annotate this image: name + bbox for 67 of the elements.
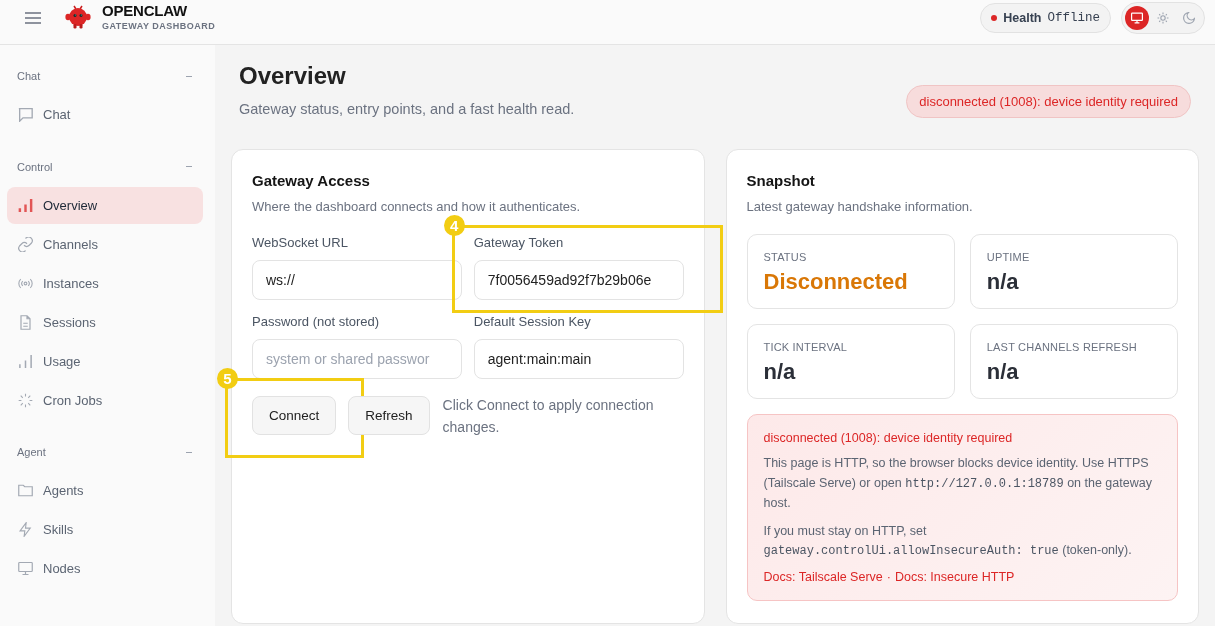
health-value: Offline [1047, 11, 1100, 25]
bar-chart-icon [18, 353, 33, 369]
card-title: Gateway Access [252, 172, 371, 190]
annotation-number: 5 [217, 368, 238, 389]
nav-item[interactable]: Skills [7, 511, 203, 548]
hint-text: Click Connect to apply connection changes. [442, 396, 655, 437]
nav-item[interactable]: Usage [7, 342, 203, 380]
action-button[interactable]: Connect [252, 396, 337, 435]
card-subtitle: Where the dashboard connects and how it authenticates. [252, 198, 582, 216]
monitor-icon [1131, 12, 1143, 24]
monitor-icon [18, 561, 33, 576]
nav-group-label: Agent [17, 446, 46, 458]
error-message: disconnected (1008): device identity required [906, 85, 1191, 118]
moon-icon [1183, 12, 1195, 24]
nav-group-label: Control [17, 160, 53, 173]
document-icon [18, 314, 33, 330]
nav-group-label: Chat [17, 70, 41, 82]
link-separator: · [886, 568, 891, 586]
stat-value: Disconnected [763, 269, 909, 295]
card-subtitle: Latest gateway handshake information. [746, 198, 974, 216]
field-label: Gateway Token [473, 235, 565, 251]
stat-label: UPTIME [986, 250, 1031, 264]
alert-paragraph: If you must stay on HTTP, set gateway.controlUi.allowInsecureAuth: true (token-only). [763, 522, 1133, 560]
input-field[interactable]: 7f0056459ad92f7b29b06e [473, 260, 684, 300]
stat-label: STATUS [763, 250, 808, 264]
chat-bubble-icon [18, 107, 33, 122]
annotation-number: 4 [443, 215, 465, 236]
nav-item[interactable]: Overview [7, 186, 203, 224]
stat-value: n/a [763, 359, 797, 385]
nav-item[interactable]: Agents [7, 472, 203, 509]
card-title: Snapshot [746, 172, 816, 190]
stat-label: LAST CHANNELS REFRESH [986, 340, 1138, 354]
action-button[interactable]: Refresh [348, 396, 430, 435]
loader-icon [18, 392, 33, 408]
nav-item[interactable]: Chat [7, 96, 203, 133]
menu-button[interactable] [25, 12, 41, 24]
robot-logo [65, 5, 91, 29]
stat-label: TICK INTERVAL [763, 340, 848, 354]
input-field[interactable]: agent:main:main [473, 339, 684, 379]
page-subtitle: Gateway status, entry points, and a fast health read. [239, 100, 575, 118]
folder-icon [18, 483, 33, 498]
bar-chart-icon [18, 197, 33, 213]
docs-link[interactable]: Docs: Insecure HTTP [894, 567, 1015, 586]
nav-item[interactable]: Nodes [7, 550, 203, 587]
stat-value: n/a [986, 269, 1020, 295]
brand-subtitle: GATEWAY DASHBOARD [102, 20, 216, 32]
nav-item[interactable]: Channels [7, 225, 203, 263]
nav-item[interactable]: Instances [7, 264, 203, 302]
menu-icon [25, 12, 41, 24]
nav-item[interactable]: Sessions [7, 303, 203, 341]
stat-value: n/a [986, 359, 1020, 385]
theme-button[interactable] [1125, 6, 1149, 30]
docs-link[interactable]: Docs: Tailscale Serve [763, 567, 883, 586]
input-field[interactable]: ws:// [252, 260, 462, 300]
health-label: Health [1003, 11, 1042, 25]
link-icon [18, 236, 33, 252]
input-field[interactable]: system or shared passwor [252, 339, 462, 379]
brand-name: OPENCLAW [102, 3, 189, 19]
field-label: Password (not stored) [252, 314, 381, 330]
page-title: Overview [239, 61, 347, 91]
alert-title: disconnected (1008): device identity required [763, 430, 1014, 446]
sun-icon [1157, 12, 1169, 24]
lightning-icon [18, 522, 33, 537]
field-label: WebSocket URL [252, 235, 349, 251]
nav-item[interactable]: Cron Jobs [7, 381, 203, 419]
field-label: Default Session Key [473, 314, 592, 330]
alert-paragraph: This page is HTTP, so the browser blocks device identity. Use HTTPS (Tailscale Serve) or open http://127.0.0.1:18789 on the gateway host. [763, 455, 1153, 512]
